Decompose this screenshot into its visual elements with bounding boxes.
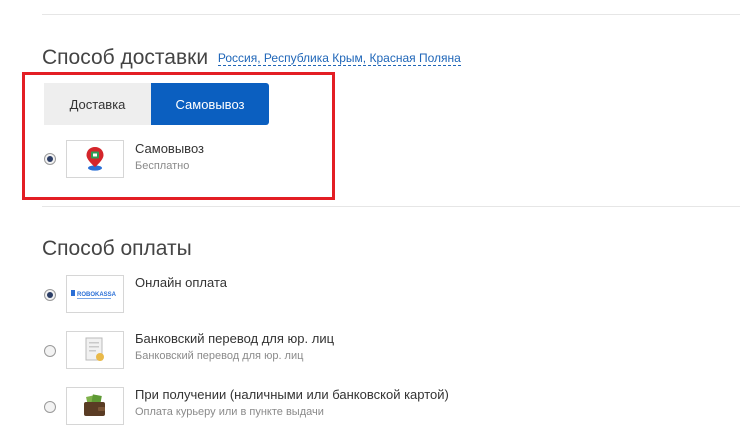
payment-option-title: Банковский перевод для юр. лиц — [135, 331, 335, 346]
delivery-title: Способ доставки — [42, 46, 209, 69]
tab-pickup[interactable]: Самовывоз — [151, 83, 269, 125]
payment-option-subtitle: Банковский перевод для юр. лиц — [135, 350, 304, 362]
section-divider — [42, 206, 740, 207]
wallet-logo — [66, 387, 124, 425]
payment-option-subtitle: Оплата курьеру или в пункте выдачи — [135, 406, 324, 418]
payment-option-radio[interactable] — [44, 345, 56, 357]
robokassa-icon: ROBOKASSA — [71, 290, 117, 299]
delivery-option-title: Самовывоз — [135, 141, 204, 156]
payment-section-title: Способ оплаты — [42, 237, 192, 260]
payment-option-radio[interactable] — [44, 401, 56, 413]
tab-delivery[interactable]: Доставка — [44, 83, 151, 125]
top-divider — [42, 14, 740, 15]
delivery-location-link[interactable]: Россия, Республика Крым, Красная Поляна — [217, 51, 461, 66]
delivery-option-radio[interactable] — [44, 153, 56, 165]
delivery-section-title: Способ доставки Россия, Республика Крым,… — [42, 47, 461, 68]
delivery-option-subtitle: Бесплатно — [135, 160, 190, 172]
pickup-logo — [66, 140, 124, 178]
wallet-icon — [84, 394, 105, 416]
robokassa-logo: ROBOKASSA — [66, 275, 124, 313]
robokassa-logo-text: ROBOKASSA — [77, 292, 117, 298]
payment-option-radio[interactable] — [44, 289, 56, 301]
invoice-icon — [85, 337, 104, 361]
invoice-logo — [66, 331, 124, 369]
payment-option-title: При получении (наличными или банковской … — [135, 387, 449, 402]
delivery-tabs: Доставка Самовывоз — [44, 83, 269, 125]
payment-option-title: Онлайн оплата — [135, 275, 227, 290]
map-pin-icon — [86, 147, 104, 171]
